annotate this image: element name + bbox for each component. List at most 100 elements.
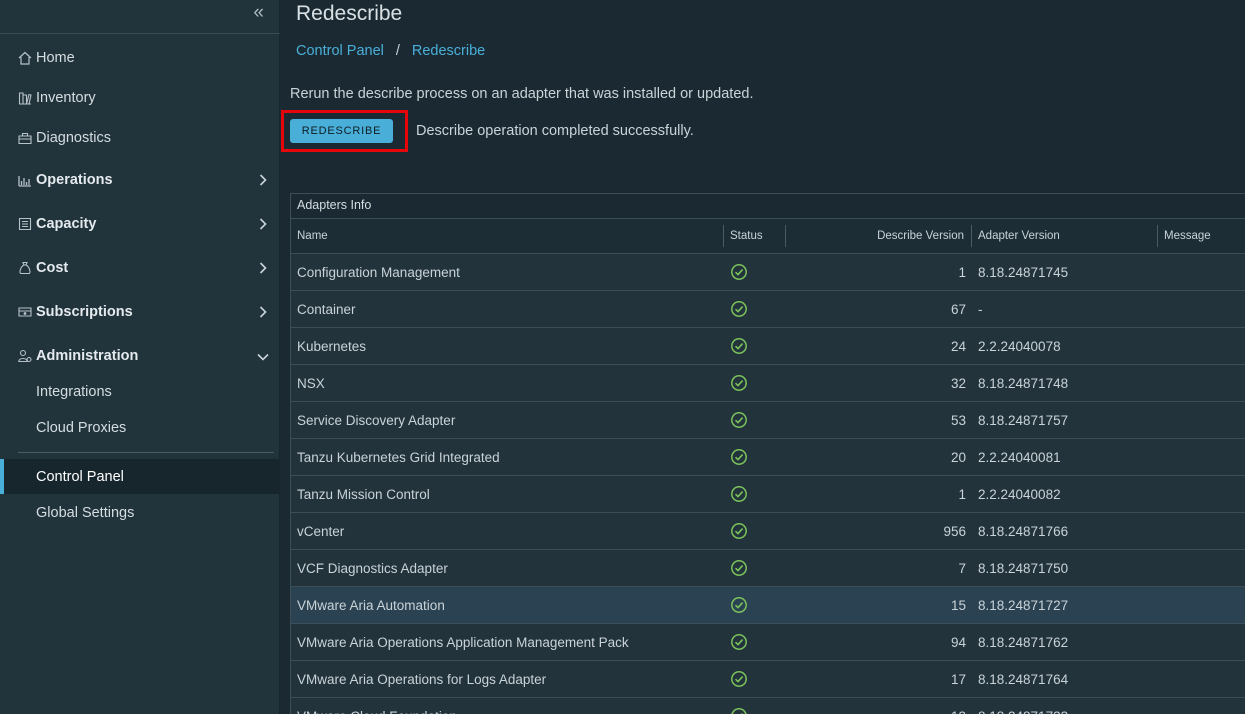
cell-adapter-version: 8.18.24871757	[972, 401, 1158, 439]
success-check-icon	[731, 523, 747, 539]
success-check-icon	[731, 486, 747, 502]
cell-name: Tanzu Kubernetes Grid Integrated	[291, 438, 724, 476]
cell-describe-version: 15	[786, 586, 972, 624]
sidebar-item-control-panel[interactable]: Control Panel	[0, 459, 280, 494]
table-row[interactable]: vCenter 956 8.18.24871766	[291, 512, 1245, 550]
breadcrumb-control-panel[interactable]: Control Panel	[296, 43, 384, 59]
table-row[interactable]: Container 67 -	[291, 290, 1245, 328]
sidebar-item-operations[interactable]: Operations	[0, 162, 280, 198]
cell-message	[1158, 623, 1245, 661]
column-header-status[interactable]: Status	[724, 218, 786, 254]
cell-message	[1158, 475, 1245, 513]
sidebar-collapse-bar: «	[0, 0, 280, 34]
cell-describe-version: 1	[786, 475, 972, 513]
table-row[interactable]: VCF Diagnostics Adapter 7 8.18.24871750	[291, 549, 1245, 587]
cell-describe-version: 24	[786, 327, 972, 365]
cell-adapter-version: 8.18.24871745	[972, 253, 1158, 291]
sidebar-item-home[interactable]: Home	[0, 40, 280, 76]
column-header-name[interactable]: Name	[291, 218, 724, 254]
sidebar-divider	[18, 452, 274, 453]
chevron-right-icon	[259, 262, 267, 274]
cell-status	[724, 475, 786, 513]
cell-message	[1158, 586, 1245, 624]
cell-name: Tanzu Mission Control	[291, 475, 724, 513]
cell-adapter-version: 2.2.24040078	[972, 327, 1158, 365]
inventory-icon	[18, 92, 32, 105]
chevron-right-icon	[259, 174, 267, 186]
table-row[interactable]: Tanzu Mission Control 1 2.2.24040082	[291, 475, 1245, 513]
cell-status	[724, 697, 786, 714]
sidebar-item-cost[interactable]: Cost	[0, 250, 280, 286]
cell-describe-version: 20	[786, 438, 972, 476]
column-header-message[interactable]: Message	[1158, 218, 1245, 254]
success-check-icon	[731, 338, 747, 354]
cell-status	[724, 290, 786, 328]
sidebar-item-capacity[interactable]: Capacity	[0, 206, 280, 242]
table-row[interactable]: Configuration Management 1 8.18.24871745	[291, 253, 1245, 291]
cell-adapter-version: 2.2.24040081	[972, 438, 1158, 476]
adapters-table: Name Status Describe Version Adapter Ver…	[291, 218, 1245, 714]
success-check-icon	[731, 634, 747, 650]
cell-adapter-version: 8.18.24871762	[972, 623, 1158, 661]
table-row[interactable]: VMware Aria Operations for Logs Adapter …	[291, 660, 1245, 698]
cost-icon	[19, 261, 31, 275]
cell-message	[1158, 401, 1245, 439]
cell-adapter-version: 8.18.24871733	[972, 697, 1158, 714]
sidebar: « Home Inventory Diagnostics Operations …	[0, 0, 280, 714]
success-check-icon	[731, 597, 747, 613]
redescribe-button[interactable]: REDESCRIBE	[290, 119, 393, 143]
cell-name: VMware Cloud Foundation	[291, 697, 724, 714]
cell-name: Container	[291, 290, 724, 328]
cell-adapter-version: 8.18.24871727	[972, 586, 1158, 624]
sidebar-item-inventory[interactable]: Inventory	[0, 80, 280, 116]
chevron-down-icon	[257, 353, 269, 361]
cell-describe-version: 7	[786, 549, 972, 587]
cell-message	[1158, 697, 1245, 714]
cell-message	[1158, 327, 1245, 365]
table-row[interactable]: NSX 32 8.18.24871748	[291, 364, 1245, 402]
breadcrumb-redescribe[interactable]: Redescribe	[412, 43, 485, 59]
success-check-icon	[731, 412, 747, 428]
cell-status	[724, 327, 786, 365]
sidebar-item-label: Capacity	[36, 216, 97, 232]
column-header-adapter-version[interactable]: Adapter Version	[972, 218, 1158, 254]
cell-status	[724, 660, 786, 698]
table-row[interactable]: VMware Aria Operations Application Manag…	[291, 623, 1245, 661]
sidebar-item-label: Administration	[36, 348, 139, 364]
main-content: Redescribe Control Panel / Redescribe Re…	[281, 0, 1245, 714]
cell-describe-version: 13	[786, 697, 972, 714]
cell-message	[1158, 253, 1245, 291]
cell-status	[724, 549, 786, 587]
table-row[interactable]: Tanzu Kubernetes Grid Integrated 20 2.2.…	[291, 438, 1245, 476]
status-message: Describe operation completed successfull…	[416, 123, 694, 139]
success-check-icon	[731, 264, 747, 280]
sidebar-item-label: Subscriptions	[36, 304, 133, 320]
sidebar-item-cloud-proxies[interactable]: Cloud Proxies	[0, 411, 280, 445]
sidebar-item-label: Inventory	[36, 90, 96, 106]
table-row[interactable]: Kubernetes 24 2.2.24040078	[291, 327, 1245, 365]
table-row[interactable]: VMware Aria Automation 15 8.18.24871727	[291, 586, 1245, 624]
sidebar-item-label: Cost	[36, 260, 69, 276]
double-chevron-left-icon[interactable]: «	[253, 2, 264, 24]
sidebar-item-label: Home	[36, 50, 75, 66]
column-header-describe-version[interactable]: Describe Version	[786, 218, 972, 254]
cell-message	[1158, 512, 1245, 550]
sidebar-item-integrations[interactable]: Integrations	[0, 375, 280, 409]
success-check-icon	[731, 671, 747, 687]
sidebar-item-diagnostics[interactable]: Diagnostics	[0, 120, 280, 156]
cell-describe-version: 94	[786, 623, 972, 661]
success-check-icon	[731, 560, 747, 576]
sidebar-item-subscriptions[interactable]: Subscriptions	[0, 294, 280, 330]
cell-adapter-version: -	[972, 290, 1158, 328]
sidebar-item-global-settings[interactable]: Global Settings	[0, 496, 280, 530]
sidebar-item-label: Diagnostics	[36, 130, 111, 146]
subscriptions-icon	[18, 307, 32, 317]
cell-message	[1158, 660, 1245, 698]
table-row[interactable]: VMware Cloud Foundation 13 8.18.24871733	[291, 697, 1245, 714]
sidebar-item-administration[interactable]: Administration	[0, 338, 280, 374]
cell-name: VMware Aria Operations for Logs Adapter	[291, 660, 724, 698]
breadcrumb-separator: /	[395, 43, 400, 59]
cell-status	[724, 586, 786, 624]
cell-status	[724, 438, 786, 476]
table-row[interactable]: Service Discovery Adapter 53 8.18.248717…	[291, 401, 1245, 439]
